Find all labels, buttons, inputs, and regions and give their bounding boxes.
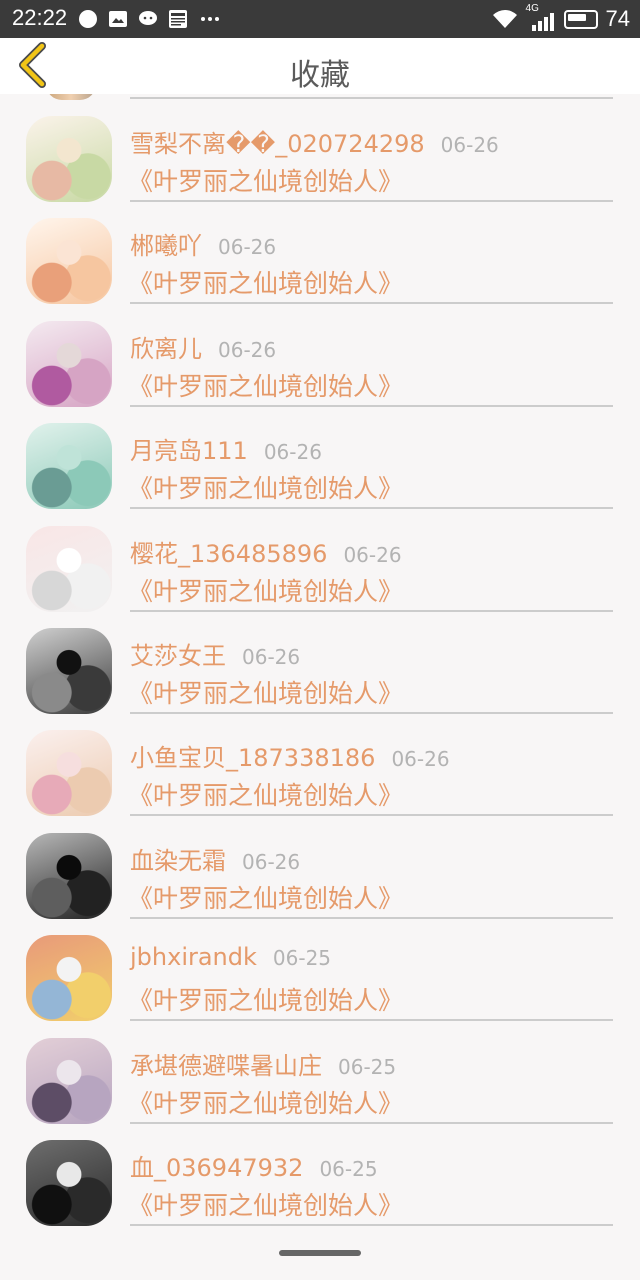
more-notifications-icon bbox=[201, 17, 219, 21]
status-bar: 22:22 4G 74 bbox=[0, 0, 640, 38]
avatar[interactable] bbox=[26, 423, 112, 510]
user-name[interactable]: 郴曦吖 bbox=[130, 232, 202, 260]
book-title[interactable]: 《叶罗丽之仙境创始人》 bbox=[128, 776, 403, 812]
item-date: 06-26 bbox=[343, 542, 402, 567]
battery-icon bbox=[563, 9, 598, 29]
list-item[interactable]: 血染无霜 06-26 《叶罗丽之仙境创始人》 bbox=[0, 813, 640, 919]
list-item[interactable]: 月亮岛111 06-26 《叶罗丽之仙境创始人》 bbox=[0, 403, 640, 510]
list-item[interactable]: 樱花_136485896 06-26 《叶罗丽之仙境创始人》 bbox=[0, 506, 640, 612]
item-date: 06-26 bbox=[218, 235, 277, 260]
book-title[interactable]: 《叶罗丽之仙境创始人》 bbox=[128, 367, 403, 403]
app-header: 收藏 bbox=[0, 38, 640, 94]
page-title: 收藏 bbox=[290, 58, 350, 93]
chat-bubble-icon bbox=[79, 10, 97, 28]
book-title[interactable]: 《叶罗丽之仙境创始人》 bbox=[128, 879, 403, 915]
image-notification-icon bbox=[109, 11, 127, 27]
avatar[interactable] bbox=[26, 525, 112, 612]
item-date: 06-25 bbox=[338, 1054, 397, 1079]
book-title[interactable]: 《叶罗丽之仙境创始人》 bbox=[128, 981, 403, 1017]
user-name[interactable]: jbhxirandk bbox=[130, 943, 257, 971]
divider bbox=[130, 1224, 613, 1226]
book-title[interactable]: 《叶罗丽之仙境创始人》 bbox=[128, 162, 403, 198]
list-item[interactable]: 承堪德避喋暑山庄 06-25 《叶罗丽之仙境创始人》 bbox=[0, 1018, 640, 1124]
avatar[interactable] bbox=[26, 832, 112, 919]
item-date: 06-26 bbox=[242, 645, 301, 669]
list-item[interactable]: 血_036947932 06-25 《叶罗丽之仙境创始人》 bbox=[0, 1120, 640, 1226]
status-time: 22:22 bbox=[12, 5, 68, 30]
item-date: 06-26 bbox=[242, 849, 301, 874]
item-date: 06-25 bbox=[272, 946, 332, 971]
item-meta: jbhxirandk 06-25 bbox=[130, 943, 331, 971]
user-name[interactable]: 欣离儿 bbox=[130, 335, 202, 363]
item-date: 06-26 bbox=[440, 133, 499, 157]
item-meta: 郴曦吖 06-26 bbox=[130, 226, 276, 261]
item-meta: 艾莎女王 06-26 bbox=[130, 636, 300, 671]
list-item[interactable]: 郴曦吖 06-26 《叶罗丽之仙境创始人》 bbox=[0, 198, 640, 305]
book-title[interactable]: 《叶罗丽之仙境创始人》 bbox=[128, 264, 403, 300]
user-name[interactable]: 血染无霜 bbox=[130, 847, 226, 875]
list-item[interactable]: 雪梨不离��_020724298 06-26 《叶罗丽之仙境创始人》 bbox=[0, 96, 640, 202]
avatar[interactable] bbox=[26, 1037, 112, 1124]
book-title[interactable]: 《叶罗丽之仙境创始人》 bbox=[128, 469, 403, 505]
book-title[interactable]: 《叶罗丽之仙境创始人》 bbox=[128, 674, 403, 710]
item-meta: 樱花_136485896 06-26 bbox=[130, 534, 402, 569]
user-name[interactable]: 雪梨不离��_020724298 bbox=[130, 130, 425, 158]
item-meta: 欣离儿 06-26 bbox=[130, 329, 276, 364]
wechat-icon bbox=[139, 11, 157, 25]
item-meta: 月亮岛111 06-26 bbox=[130, 431, 322, 466]
wifi-icon bbox=[492, 10, 517, 28]
item-meta: 小鱼宝贝_187338186 06-26 bbox=[130, 738, 450, 773]
list-item[interactable]: 小鱼宝贝_187338186 06-26 《叶罗丽之仙境创始人》 bbox=[0, 710, 640, 817]
item-meta: 承堪德避喋暑山庄 06-25 bbox=[130, 1046, 396, 1081]
avatar[interactable] bbox=[26, 730, 112, 817]
home-indicator[interactable] bbox=[279, 1250, 361, 1256]
item-date: 06-26 bbox=[391, 747, 450, 772]
user-name[interactable]: 承堪德避喋暑山庄 bbox=[130, 1052, 322, 1080]
item-date: 06-26 bbox=[263, 440, 322, 465]
book-title[interactable]: 《叶罗丽之仙境创始人》 bbox=[128, 1084, 403, 1120]
item-meta: 血染无霜 06-26 bbox=[130, 841, 300, 876]
item-date: 06-25 bbox=[319, 1157, 378, 1181]
user-name[interactable]: 艾莎女王 bbox=[130, 642, 226, 670]
book-title[interactable]: 《叶罗丽之仙境创始人》 bbox=[128, 572, 403, 608]
user-name[interactable]: 月亮岛111 bbox=[130, 437, 248, 465]
battery-level: 74 bbox=[605, 6, 630, 31]
favorites-list: 雪梨不离��_020724298 06-26 《叶罗丽之仙境创始人》 郴曦吖 06-26… bbox=[0, 94, 640, 1230]
avatar[interactable] bbox=[26, 116, 112, 202]
avatar[interactable] bbox=[26, 935, 112, 1022]
avatar[interactable] bbox=[26, 218, 112, 305]
list-item[interactable]: jbhxirandk 06-25 《叶罗丽之仙境创始人》 bbox=[0, 915, 640, 1022]
user-name[interactable]: 小鱼宝贝_187338186 bbox=[130, 744, 375, 772]
item-date: 06-26 bbox=[218, 337, 277, 362]
avatar[interactable] bbox=[26, 628, 112, 714]
user-name[interactable]: 樱花_136485896 bbox=[130, 540, 327, 568]
avatar[interactable] bbox=[26, 1140, 112, 1226]
signal-icon: 4G bbox=[526, 3, 556, 31]
list-item[interactable]: 欣离儿 06-26 《叶罗丽之仙境创始人》 bbox=[0, 301, 640, 407]
item-meta: 血_036947932 06-25 bbox=[130, 1148, 378, 1183]
list-item[interactable]: 艾莎女王 06-26 《叶罗丽之仙境创始人》 bbox=[0, 608, 640, 714]
book-title[interactable]: 《叶罗丽之仙境创始人》 bbox=[128, 1186, 403, 1222]
item-meta: 雪梨不离��_020724298 06-26 bbox=[130, 124, 499, 159]
avatar[interactable] bbox=[26, 320, 112, 407]
news-icon bbox=[169, 10, 187, 28]
user-name[interactable]: 血_036947932 bbox=[130, 1154, 303, 1182]
